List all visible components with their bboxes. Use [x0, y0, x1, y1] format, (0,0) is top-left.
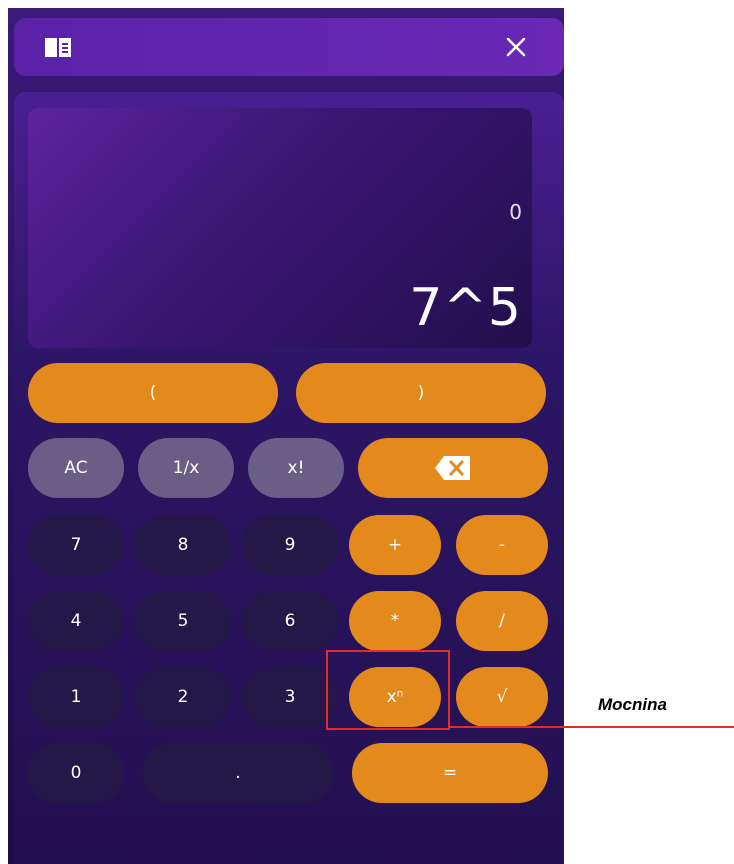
callout-line — [450, 726, 734, 728]
backspace-icon — [435, 456, 470, 480]
close-icon — [506, 37, 526, 57]
digit-9-button[interactable]: 9 — [242, 515, 338, 575]
digit-5-button[interactable]: 5 — [135, 591, 231, 651]
display-area: 0 7^5 — [28, 108, 532, 348]
digit-6-button[interactable]: 6 — [242, 591, 338, 651]
subtract-button[interactable]: - — [456, 515, 548, 575]
digit-0-button[interactable]: 0 — [28, 743, 124, 803]
add-button[interactable]: + — [349, 515, 441, 575]
digit-3-button[interactable]: 3 — [242, 667, 338, 727]
digit-4-button[interactable]: 4 — [28, 591, 124, 651]
callout-label: Mocnina — [598, 695, 667, 714]
digit-2-button[interactable]: 2 — [135, 667, 231, 727]
calculator-window: 0 7^5 ( ) AC 1/x x! 7 8 9 + - 4 5 6 * / … — [8, 8, 564, 864]
backspace-button[interactable] — [358, 438, 548, 498]
current-expression: 7^5 — [409, 278, 522, 338]
decimal-button[interactable]: . — [142, 743, 334, 803]
open-paren-button[interactable]: ( — [28, 363, 278, 423]
square-root-button[interactable]: √ — [456, 667, 548, 727]
digit-8-button[interactable]: 8 — [135, 515, 231, 575]
digit-1-button[interactable]: 1 — [28, 667, 124, 727]
all-clear-button[interactable]: AC — [28, 438, 124, 498]
multiply-button[interactable]: * — [349, 591, 441, 651]
equals-button[interactable]: = — [352, 743, 548, 803]
close-paren-button[interactable]: ) — [296, 363, 546, 423]
power-button[interactable]: xⁿ — [349, 667, 441, 727]
divide-button[interactable]: / — [456, 591, 548, 651]
previous-result: 0 — [509, 200, 522, 224]
factorial-button[interactable]: x! — [248, 438, 344, 498]
close-button[interactable] — [498, 32, 534, 62]
title-bar — [14, 18, 564, 76]
reciprocal-button[interactable]: 1/x — [138, 438, 234, 498]
digit-7-button[interactable]: 7 — [28, 515, 124, 575]
book-icon[interactable] — [44, 35, 72, 59]
